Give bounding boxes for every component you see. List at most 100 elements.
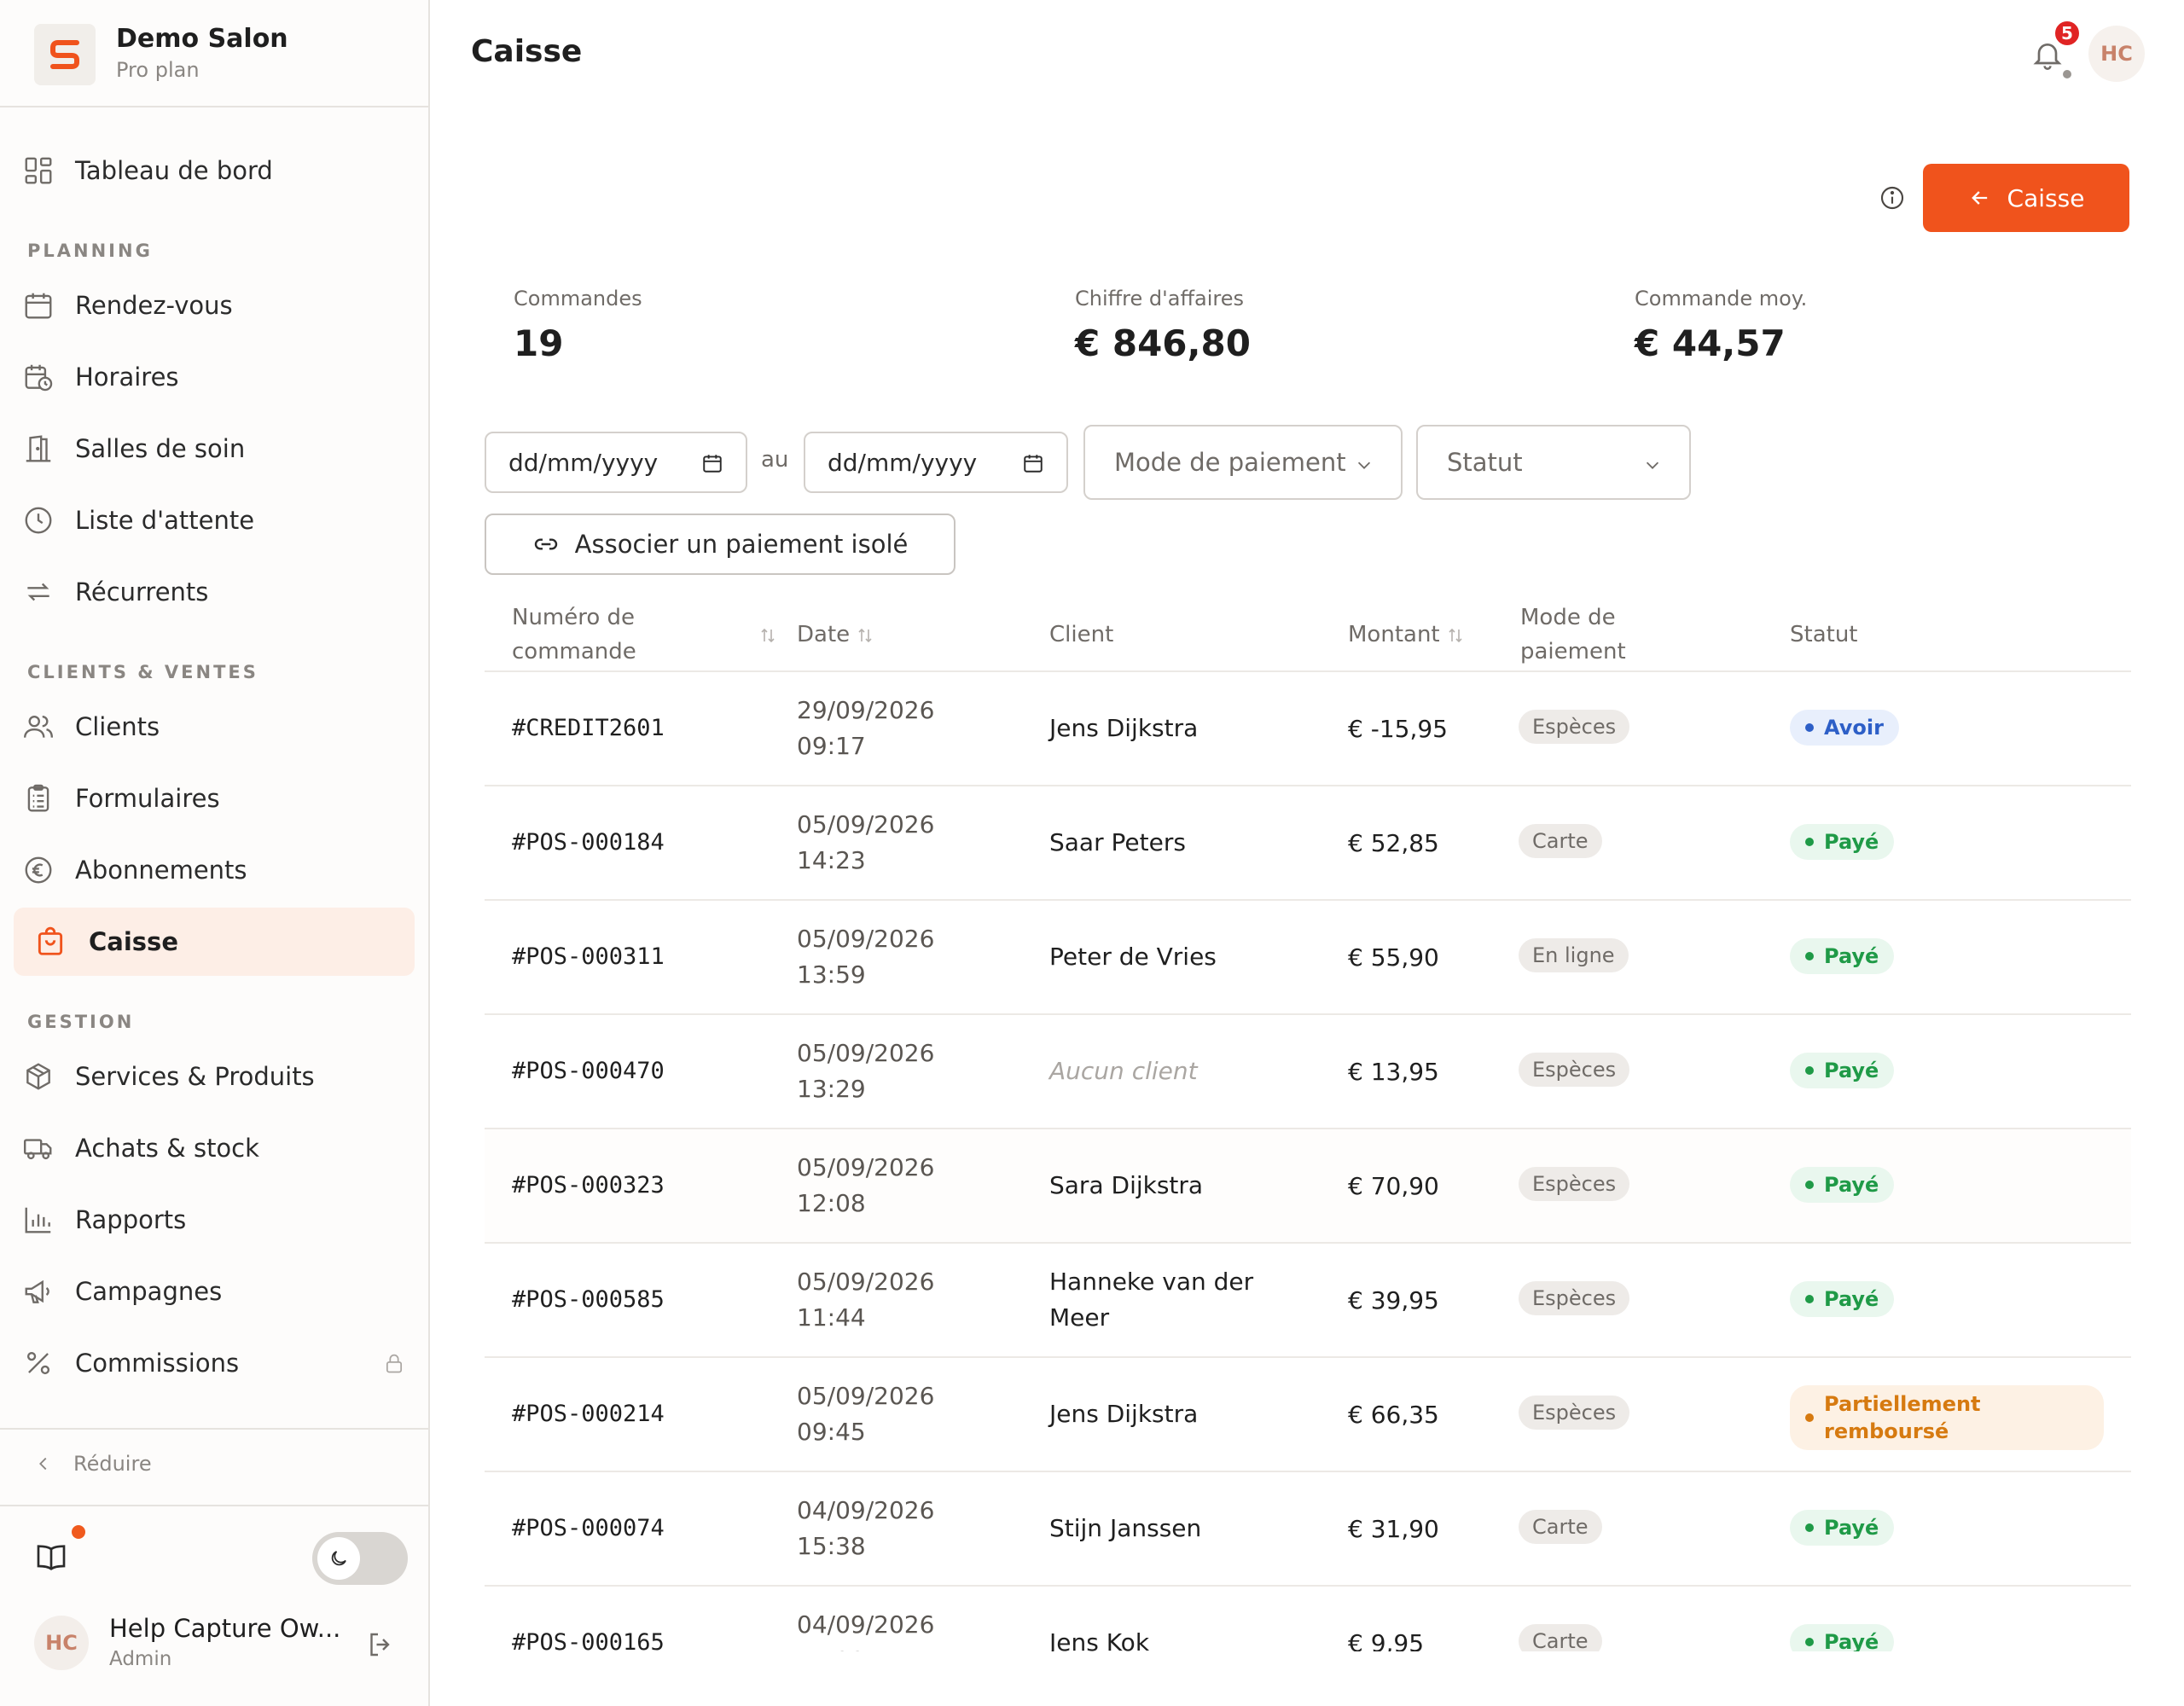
order-amount: € 39,95 <box>1348 1286 1439 1314</box>
dark-mode-toggle[interactable] <box>312 1532 408 1585</box>
status-badge: Partiellement remboursé <box>1790 1385 2104 1450</box>
order-time: 13:29 <box>797 1075 866 1103</box>
nav-label: Caisse <box>89 927 178 956</box>
status-badge: Payé <box>1790 824 1895 860</box>
nav-label: Rapports <box>75 1205 187 1234</box>
date-to-input[interactable]: dd/mm/yyyy <box>804 432 1068 493</box>
client-name[interactable]: Stijn Janssen <box>1049 1493 1280 1564</box>
client-name[interactable]: Saar Peters <box>1049 807 1280 879</box>
nav-dashboard[interactable]: Tableau de bord <box>14 136 415 205</box>
order-number[interactable]: #POS-000470 <box>512 1058 665 1084</box>
order-number[interactable]: #POS-000311 <box>512 943 665 970</box>
calendar-clock-icon <box>25 364 53 392</box>
client-name[interactable]: Hanneke van der Meer <box>1049 1264 1280 1336</box>
status-select[interactable]: Statut <box>1416 425 1691 500</box>
page-title: Caisse <box>471 34 583 69</box>
table-row[interactable]: #POS-000470 05/09/2026 13:29 Aucun client € … <box>485 1015 2131 1129</box>
arrow-left-icon <box>1971 191 1987 205</box>
table-row[interactable]: #POS-000323 05/09/2026 12:08 Sara Dijkstra €… <box>485 1129 2131 1244</box>
nav-label: Salles de soin <box>75 434 246 463</box>
logout-icon[interactable] <box>365 1629 396 1660</box>
client-name[interactable]: Jens Dijkstra <box>1049 693 1280 764</box>
order-date: 29/09/2026 <box>797 696 935 724</box>
payment-mode-badge: Carte <box>1519 824 1602 858</box>
sort-icon[interactable] <box>759 626 776 645</box>
header-avatar[interactable]: HC <box>2088 26 2145 82</box>
order-amount: € 55,90 <box>1348 943 1439 972</box>
order-number[interactable]: #POS-000214 <box>512 1401 665 1427</box>
table-row[interactable]: #POS-000184 05/09/2026 14:23 Saar Peters € 5… <box>485 786 2131 901</box>
nav-commissions[interactable]: Commissions <box>14 1329 415 1397</box>
door-icon <box>26 435 51 462</box>
order-number[interactable]: #POS-000184 <box>512 829 665 856</box>
nav-services-products[interactable]: Services & Produits <box>14 1042 415 1111</box>
order-number[interactable]: #POS-000585 <box>512 1286 665 1313</box>
nav-subscriptions[interactable]: Abonnements <box>14 836 415 904</box>
calendar-icon[interactable] <box>1022 452 1044 474</box>
nav-purchases-stock[interactable]: Achats & stock <box>14 1114 415 1182</box>
table-row[interactable]: #CREDIT2601 29/09/2026 09:17 Jens Dijkstra €… <box>485 672 2131 786</box>
order-date: 05/09/2026 <box>797 1382 935 1410</box>
order-number[interactable]: #POS-000165 <box>512 1629 665 1651</box>
stat-orders: Commandes 19 <box>514 287 642 364</box>
nav-label: Services & Produits <box>75 1062 315 1091</box>
nav-forms[interactable]: Formulaires <box>14 764 415 833</box>
nav-waitlist[interactable]: Liste d'attente <box>14 486 415 554</box>
order-number[interactable]: #POS-000323 <box>512 1172 665 1198</box>
client-name-text: Jens Kok <box>1049 1628 1150 1651</box>
order-datetime: 04/09/2026 15:23 <box>797 1607 967 1651</box>
collapse-sidebar-button[interactable]: Réduire <box>34 1452 152 1476</box>
client-name-text: Sara Dijkstra <box>1049 1171 1204 1199</box>
open-checkout-button[interactable]: Caisse <box>1923 164 2129 232</box>
main-content: Caisse 5 HC Caisse Commandes 19 Chiffre … <box>432 0 2184 1706</box>
col-order-number[interactable]: Numéro de commande <box>512 601 700 669</box>
sort-icon <box>1449 628 1462 642</box>
client-name[interactable]: Jens Kok <box>1049 1607 1280 1651</box>
col-date-label: Date <box>797 622 851 647</box>
nav-appointments[interactable]: Rendez-vous <box>14 271 415 339</box>
client-name[interactable]: Peter de Vries <box>1049 921 1280 993</box>
link-payment-button[interactable]: Associer un paiement isolé <box>485 514 956 575</box>
table-row[interactable]: #POS-000214 05/09/2026 09:45 Jens Dijkstra €… <box>485 1358 2131 1472</box>
brand-header[interactable]: Demo Salon Pro plan <box>0 0 428 107</box>
stat-value: 19 <box>514 322 564 364</box>
sidebar-divider <box>0 1505 428 1506</box>
client-name-text: Stijn Janssen <box>1049 1514 1202 1542</box>
col-amount[interactable]: Montant <box>1348 618 1464 652</box>
button-label: Caisse <box>2007 183 2085 212</box>
nav-checkout[interactable]: Caisse <box>14 908 415 976</box>
nav-schedules[interactable]: Horaires <box>14 343 415 411</box>
nav-recurring[interactable]: Récurrents <box>14 558 415 626</box>
client-name: Aucun client <box>1049 1036 1280 1107</box>
link-payment-label: Associer un paiement isolé <box>574 530 909 559</box>
salon-logo <box>34 24 96 85</box>
client-name-text: Hanneke van der Meer <box>1049 1268 1254 1332</box>
dashboard-icon <box>25 157 52 184</box>
info-icon[interactable] <box>1879 184 1906 212</box>
order-time: 14:23 <box>797 846 866 874</box>
table-row[interactable]: #POS-000311 05/09/2026 13:59 Peter de Vries… <box>485 901 2131 1015</box>
nav-label: Campagnes <box>75 1277 223 1306</box>
calendar-icon <box>25 293 52 319</box>
order-number[interactable]: #POS-000074 <box>512 1515 665 1541</box>
bar-chart-icon <box>25 1207 51 1233</box>
date-to-placeholder: dd/mm/yyyy <box>828 448 978 477</box>
moon-icon <box>331 1551 346 1566</box>
book-icon[interactable] <box>34 1541 68 1575</box>
nav-campaigns[interactable]: Campagnes <box>14 1257 415 1326</box>
table-row[interactable]: #POS-000585 05/09/2026 11:44 Hanneke van de… <box>485 1244 2131 1358</box>
date-from-input[interactable]: dd/mm/yyyy <box>485 432 747 493</box>
nav-reports[interactable]: Rapports <box>14 1186 415 1254</box>
payment-mode-select[interactable]: Mode de paiement <box>1083 425 1403 500</box>
table-row[interactable]: #POS-000074 04/09/2026 15:38 Stijn Janssen €… <box>485 1472 2131 1587</box>
col-date[interactable]: Date <box>797 618 874 652</box>
client-name[interactable]: Sara Dijkstra <box>1049 1150 1280 1221</box>
calendar-icon[interactable] <box>701 452 723 474</box>
user-avatar[interactable]: HC <box>34 1616 89 1670</box>
nav-rooms[interactable]: Salles de soin <box>14 415 415 483</box>
table-row[interactable]: #POS-000165 04/09/2026 15:23 Jens Kok € 9,95… <box>485 1587 2131 1651</box>
order-number[interactable]: #CREDIT2601 <box>512 715 665 741</box>
date-from-placeholder: dd/mm/yyyy <box>508 448 659 477</box>
client-name[interactable]: Jens Dijkstra <box>1049 1378 1280 1450</box>
nav-clients[interactable]: Clients <box>14 693 415 761</box>
